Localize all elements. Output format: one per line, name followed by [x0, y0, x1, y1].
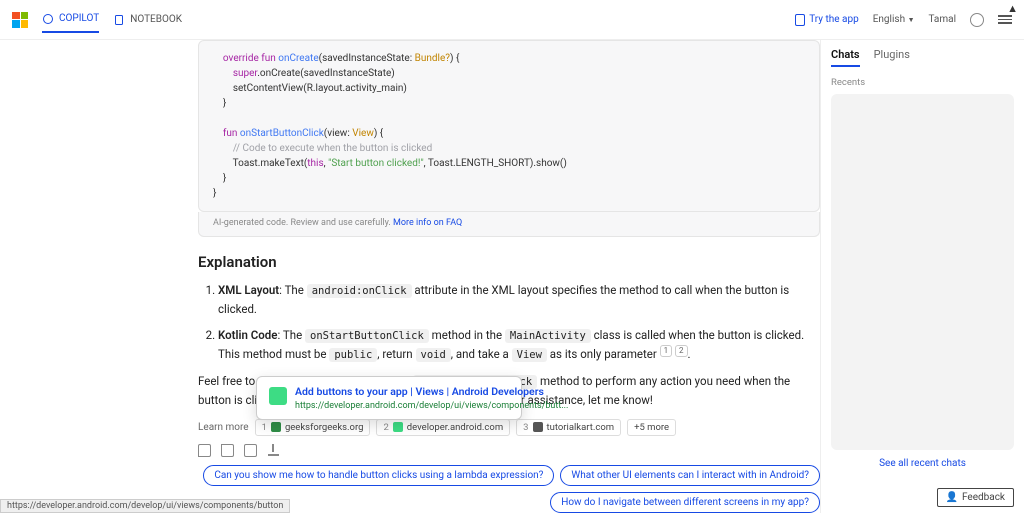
source-chip-1[interactable]: 1geeksforgeeks.org	[255, 419, 371, 436]
avatar-icon[interactable]	[970, 13, 984, 27]
language-selector[interactable]: English ▼	[873, 14, 915, 25]
favicon-tutorialkart	[533, 422, 543, 432]
suggestion-chip-1[interactable]: Can you show me how to handle button cli…	[203, 465, 554, 486]
tab-copilot[interactable]: COPILOT	[42, 7, 99, 33]
mobile-icon	[795, 14, 805, 26]
android-favicon-large	[269, 387, 287, 405]
side-tab-chats[interactable]: Chats	[831, 48, 860, 67]
thumbs-up-icon[interactable]	[198, 444, 211, 457]
see-all-link[interactable]: See all recent chats	[831, 458, 1014, 469]
explanation-item-1: XML Layout: The android:onClick attribut…	[218, 281, 820, 318]
recents-label: Recents	[831, 77, 1014, 88]
source-chip-more[interactable]: +5 more	[627, 419, 676, 436]
conversation-column: override fun onCreate(savedInstanceState…	[0, 40, 820, 513]
learn-more-row: Learn more 1geeksforgeeks.org 2developer…	[198, 419, 820, 436]
explanation-item-2: Kotlin Code: The onStartButtonClick meth…	[218, 326, 820, 364]
hamburger-menu[interactable]	[998, 15, 1012, 24]
code-disclaimer: AI-generated code. Review and use carefu…	[198, 212, 820, 237]
citation-2[interactable]: 2	[675, 345, 688, 357]
microsoft-logo	[12, 12, 28, 28]
explanation-heading: Explanation	[198, 253, 820, 271]
tab-copilot-label: COPILOT	[59, 13, 99, 24]
try-app-link[interactable]: Try the app	[795, 14, 859, 26]
recent-chat-card[interactable]	[831, 94, 1014, 450]
learn-more-label: Learn more	[198, 422, 249, 433]
thumbs-down-icon[interactable]	[221, 444, 234, 457]
explanation-list: XML Layout: The android:onClick attribut…	[198, 281, 820, 364]
notebook-icon	[113, 14, 125, 26]
copy-icon[interactable]	[244, 444, 257, 457]
tab-notebook-label: NOTEBOOK	[130, 14, 182, 25]
status-bar-url: https://developer.android.com/develop/ui…	[0, 499, 290, 513]
tab-notebook[interactable]: NOTEBOOK	[113, 8, 182, 32]
suggestion-chip-2[interactable]: What other UI elements can I interact wi…	[560, 465, 820, 486]
code-block: override fun onCreate(savedInstanceState…	[198, 40, 820, 212]
try-app-label: Try the app	[809, 14, 859, 25]
user-name[interactable]: Tamal	[929, 14, 957, 25]
side-panel: Chats Plugins Recents See all recent cha…	[820, 40, 1024, 513]
favicon-android	[393, 422, 403, 432]
side-tab-plugins[interactable]: Plugins	[874, 48, 910, 67]
source-chip-3[interactable]: 3tutorialkart.com	[516, 419, 621, 436]
feedback-button[interactable]: 👤 Feedback	[937, 488, 1014, 507]
suggestion-chip-3[interactable]: How do I navigate between different scre…	[550, 492, 820, 513]
citation-1[interactable]: 1	[660, 345, 673, 357]
faq-link[interactable]: More info on FAQ	[393, 218, 462, 228]
favicon-geeksforgeeks	[271, 422, 281, 432]
tooltip-title: Add buttons to your app | Views | Androi…	[295, 385, 568, 399]
export-icon[interactable]	[267, 444, 280, 457]
copilot-icon	[42, 13, 54, 25]
feedback-icon: 👤	[946, 492, 958, 503]
message-actions	[198, 444, 820, 457]
scroll-top-arrow[interactable]: ▲	[1007, 2, 1018, 15]
top-bar: COPILOT NOTEBOOK Try the app English ▼ T…	[0, 0, 1024, 40]
suggestion-row: Can you show me how to handle button cli…	[198, 465, 820, 513]
tooltip-url: https://developer.android.com/develop/ui…	[295, 401, 568, 411]
source-hover-tooltip: Add buttons to your app | Views | Androi…	[256, 376, 522, 420]
source-chip-2[interactable]: 2developer.android.com	[376, 419, 510, 436]
